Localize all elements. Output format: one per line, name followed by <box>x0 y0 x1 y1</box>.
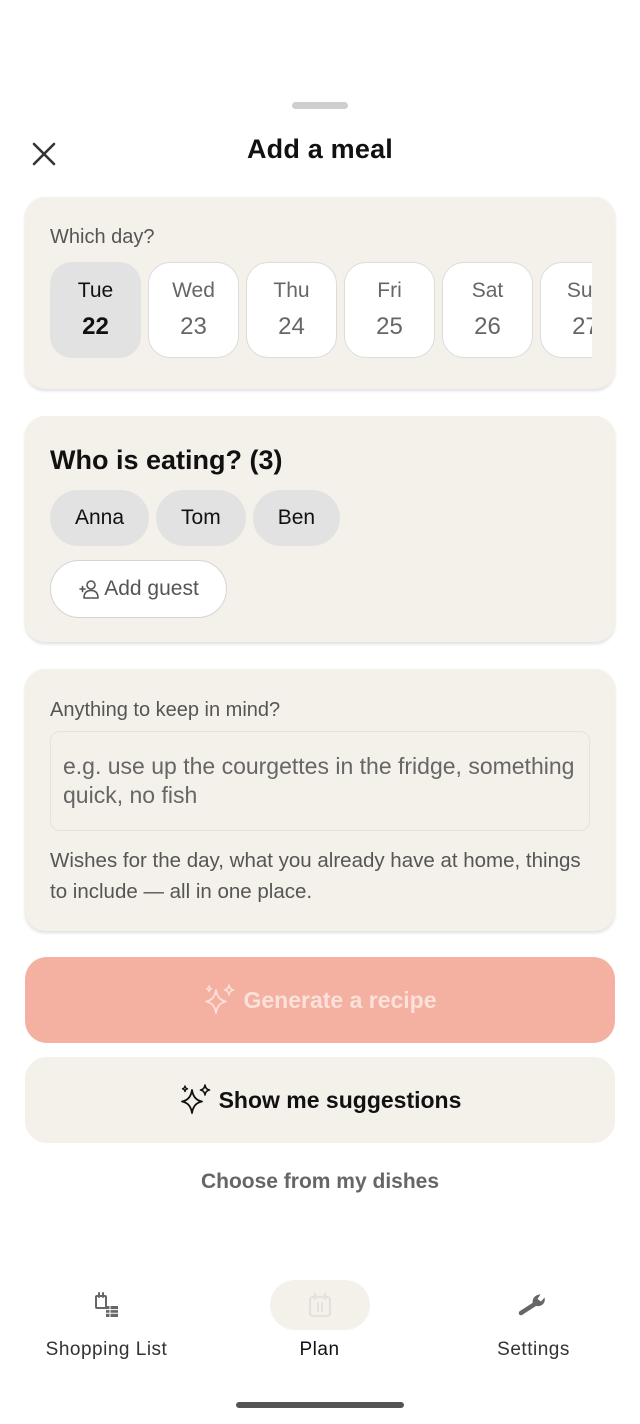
day-card: Which day? Tue 22 Wed 23 Thu 24 Fri 25 S… <box>25 197 615 389</box>
day-number: 25 <box>376 313 403 340</box>
shopping-list-icon <box>94 1292 118 1317</box>
notes-card: Anything to keep in mind? e.g. use up th… <box>25 669 615 931</box>
notes-label: Anything to keep in mind? <box>50 699 281 721</box>
day-name: Tue <box>77 279 114 302</box>
day-name: Fri <box>377 279 402 302</box>
show-suggestions-label: Show me suggestions <box>218 1086 462 1113</box>
nav-label: Settings <box>497 1339 570 1360</box>
who-card: Who is eating? (3) Anna Tom Ben Add gues… <box>25 416 615 642</box>
person-chip-ben[interactable]: Ben <box>252 490 341 546</box>
day-number: 27 <box>572 313 592 340</box>
sparkles-icon <box>205 984 235 1014</box>
day-chip-thu[interactable]: Thu 24 <box>246 262 337 358</box>
day-name: Sat <box>471 279 504 302</box>
day-number: 23 <box>180 313 207 340</box>
day-number: 26 <box>474 313 501 340</box>
day-chip-sun[interactable]: Sun 27 <box>540 262 592 358</box>
page-title: Add a meal <box>246 134 394 164</box>
choose-from-my-dishes-link[interactable]: Choose from my dishes <box>0 1170 640 1194</box>
nav-item-settings[interactable]: Settings <box>427 1270 640 1380</box>
day-label: Which day? <box>50 226 155 248</box>
day-name: Thu <box>273 279 310 302</box>
day-name: Wed <box>172 279 215 302</box>
nav-label: Plan <box>299 1339 340 1360</box>
day-number: 24 <box>278 313 305 340</box>
notes-input[interactable]: e.g. use up the courgettes in the fridge… <box>50 731 590 831</box>
generate-recipe-label: Generate a recipe <box>243 986 437 1013</box>
nav-item-shopping-list[interactable]: Shopping List <box>0 1270 213 1380</box>
person-row: Anna Tom Ben <box>50 490 341 546</box>
wrench-icon <box>518 1294 545 1316</box>
show-suggestions-button[interactable]: Show me suggestions <box>25 1057 615 1143</box>
day-chip-fri[interactable]: Fri 25 <box>344 262 435 358</box>
plan-icon <box>308 1292 331 1318</box>
day-number: 22 <box>82 313 109 340</box>
person-chip-tom[interactable]: Tom <box>156 490 246 546</box>
person-chip-anna[interactable]: Anna <box>50 490 150 546</box>
day-chip-wed[interactable]: Wed 23 <box>148 262 239 358</box>
day-scroller[interactable]: Tue 22 Wed 23 Thu 24 Fri 25 Sat 26 Su 2 <box>50 262 592 362</box>
nav-label: Shopping List <box>45 1339 168 1360</box>
generate-recipe-button[interactable]: Generate a recipe <box>25 957 615 1043</box>
home-indicator <box>236 1402 404 1408</box>
bottom-sheet: Add a meal Which day? Tue 22 Wed 23 Thu … <box>0 0 640 1424</box>
sparkles-icon <box>180 1084 210 1114</box>
notes-helper-text: Wishes for the day, what you already hav… <box>50 849 581 903</box>
day-chip-sat[interactable]: Sat 26 <box>442 262 533 358</box>
drag-handle[interactable] <box>292 102 348 109</box>
day-chip-tue[interactable]: Tue 22 <box>50 262 141 358</box>
add-person-icon <box>79 580 100 599</box>
add-guest-button[interactable]: Add guest <box>50 560 227 618</box>
day-name: Sun <box>566 279 592 302</box>
bottom-nav: Shopping List Plan Settings <box>0 1270 640 1380</box>
who-title: Who is eating? (3) <box>50 445 283 475</box>
nav-item-plan[interactable]: Plan <box>213 1270 426 1380</box>
add-guest-label: Add guest <box>104 577 199 600</box>
